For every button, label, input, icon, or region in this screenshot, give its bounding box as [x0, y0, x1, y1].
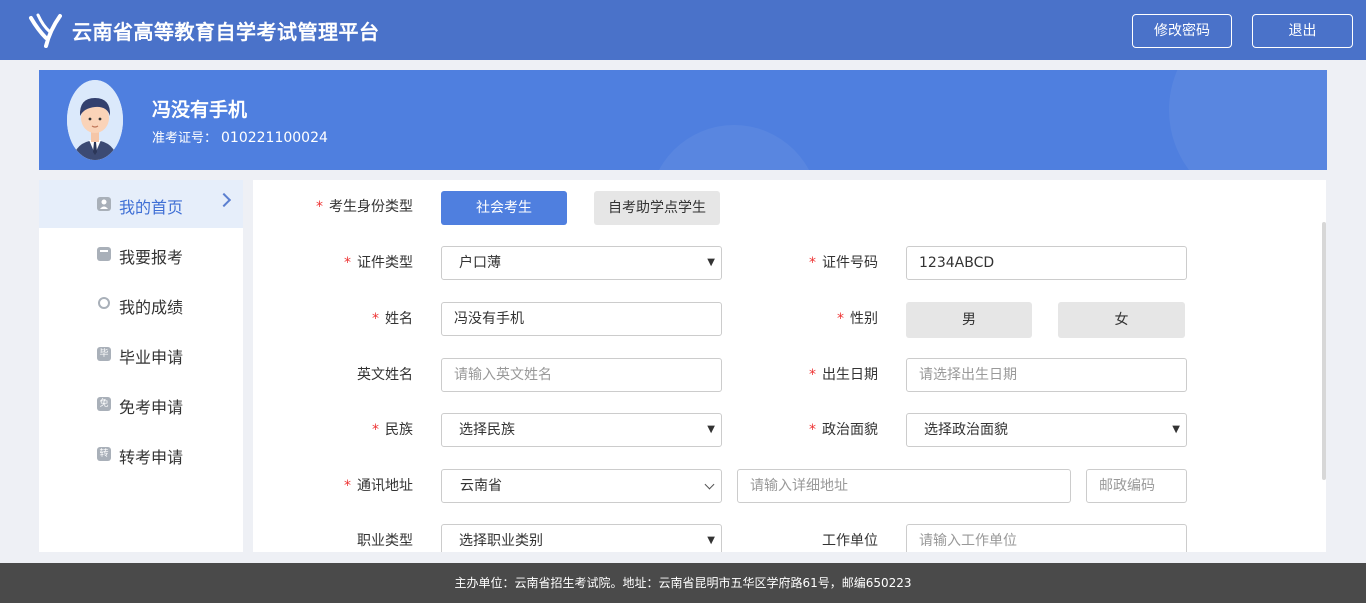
change-password-button[interactable]: 修改密码: [1132, 14, 1232, 48]
birth-date-input[interactable]: 请选择出生日期: [906, 358, 1187, 392]
sidebar-item-exemption[interactable]: 免 免考申请: [39, 380, 243, 428]
footer: 主办单位：云南省招生考试院。地址：云南省昆明市五华区学府路61号，邮编65022…: [0, 563, 1366, 603]
postcode-input[interactable]: 邮政编码: [1086, 469, 1187, 503]
sidebar-item-label: 我的首页: [119, 198, 184, 217]
sidebar-item-label: 我要报考: [119, 248, 184, 267]
user-name: 冯没有手机: [152, 99, 248, 121]
medal-icon: [98, 297, 110, 309]
sidebar-item-label: 转考申请: [119, 448, 184, 467]
graduate-icon: 毕: [97, 347, 111, 361]
identity-social-button[interactable]: 社会考生: [441, 191, 567, 225]
form-scrollbar[interactable]: [1322, 222, 1326, 480]
id-number-label: * 证件号码: [809, 255, 878, 271]
occupation-label: 职业类型: [357, 533, 413, 549]
identity-study-center-button[interactable]: 自考助学点学生: [594, 191, 720, 225]
occupation-select[interactable]: 选择职业类别 ▼: [441, 524, 722, 552]
sidebar-item-scores[interactable]: 我的成绩: [39, 280, 243, 328]
user-icon: [97, 197, 111, 211]
address-detail-input[interactable]: 请输入详细地址: [737, 469, 1071, 503]
caret-down-icon: ▼: [1172, 424, 1180, 435]
logo-icon: [29, 13, 62, 48]
book-icon: [97, 247, 111, 261]
ticket-value: 010221100024: [221, 130, 328, 146]
gender-label: * 性别: [837, 311, 878, 327]
english-name-label: 英文姓名: [357, 367, 413, 383]
chevron-down-icon: [704, 479, 715, 490]
political-select[interactable]: 选择政治面貌 ▼: [906, 413, 1187, 447]
name-label: * 姓名: [372, 311, 413, 327]
site-title: 云南省高等教育自学考试管理平台: [72, 20, 380, 44]
political-label: * 政治面貌: [809, 422, 878, 438]
logout-button[interactable]: 退出: [1252, 14, 1353, 48]
profile-banner: 冯没有手机 准考证号： 010221100024: [39, 70, 1327, 170]
sidebar-item-graduation[interactable]: 毕 毕业申请: [39, 330, 243, 378]
caret-down-icon: ▼: [707, 257, 715, 268]
banner-decoration: [1169, 70, 1327, 170]
id-type-select[interactable]: 户口薄 ▼: [441, 246, 722, 280]
sidebar-item-label: 毕业申请: [119, 348, 184, 367]
ticket-label: 准考证号：: [152, 131, 218, 146]
ticket-number: 准考证号： 010221100024: [152, 127, 328, 146]
employer-input[interactable]: 请输入工作单位: [906, 524, 1187, 552]
caret-down-icon: ▼: [707, 424, 715, 435]
province-select[interactable]: 云南省: [441, 469, 722, 503]
sidebar-item-label: 我的成绩: [119, 298, 184, 317]
transfer-icon: 转: [97, 447, 111, 461]
sidebar-item-label: 免考申请: [119, 398, 184, 417]
address-label: * 通讯地址: [344, 478, 413, 494]
sidebar-item-register[interactable]: 我要报考: [39, 230, 243, 278]
id-type-label: * 证件类型: [344, 255, 413, 271]
top-bar: 云南省高等教育自学考试管理平台 修改密码 退出: [0, 0, 1366, 60]
gender-male-button[interactable]: 男: [906, 302, 1032, 338]
registration-form: * 考生身份类型 社会考生 自考助学点学生 * 证件类型 户口薄 ▼ * 证件号码 12…: [253, 180, 1326, 552]
avatar: [67, 80, 123, 160]
banner-decoration: [649, 125, 819, 170]
chevron-right-icon: [216, 192, 232, 208]
sidebar: 我的首页 我要报考 我的成绩 毕 毕业申请 免 免考申请 转 转考申请: [39, 180, 243, 552]
english-name-input[interactable]: 请输入英文姓名: [441, 358, 722, 392]
name-input[interactable]: 冯没有手机: [441, 302, 722, 336]
sidebar-item-transfer[interactable]: 转 转考申请: [39, 430, 243, 478]
employer-label: 工作单位: [822, 533, 878, 549]
id-number-input[interactable]: 1234ABCD: [906, 246, 1187, 280]
caret-down-icon: ▼: [707, 535, 715, 546]
ethnicity-select[interactable]: 选择民族 ▼: [441, 413, 722, 447]
ethnicity-label: * 民族: [372, 422, 413, 438]
exempt-icon: 免: [97, 397, 111, 411]
identity-type-label: * 考生身份类型: [316, 199, 413, 215]
gender-female-button[interactable]: 女: [1058, 302, 1185, 338]
sidebar-item-home[interactable]: 我的首页: [39, 180, 243, 228]
birth-date-label: * 出生日期: [809, 367, 878, 383]
